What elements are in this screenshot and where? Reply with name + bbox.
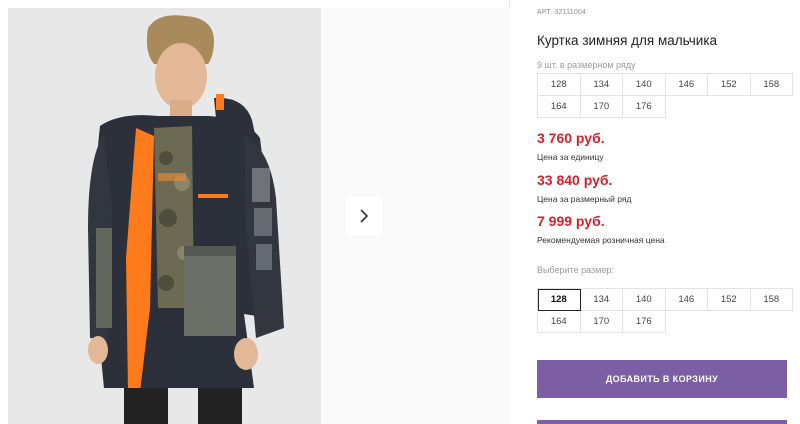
size-option-selected[interactable]: 128	[538, 289, 581, 311]
size-row-price: 33 840 руб.	[537, 172, 613, 188]
size-row-table: 128 134 140 146 152 158 164 170 176	[537, 73, 793, 118]
size-option[interactable]: 158	[750, 289, 793, 311]
retail-price-label: Рекомендуемая розничная цена	[537, 235, 665, 245]
size-row-cell: 128	[538, 74, 581, 96]
size-option[interactable]: 140	[623, 289, 666, 311]
product-title: Куртка зимняя для мальчика	[537, 33, 718, 48]
size-option[interactable]: 146	[665, 289, 708, 311]
jacket-photo-illustration	[8, 8, 321, 424]
size-option[interactable]: 134	[580, 289, 623, 311]
retail-price: 7 999 руб.	[537, 213, 605, 229]
size-row-cell: 146	[665, 74, 708, 96]
size-row-cell: 134	[580, 74, 623, 96]
size-select-label: Выберите размер:	[537, 265, 614, 275]
secondary-button-edge[interactable]	[537, 420, 787, 424]
size-row-note: 9 шт. в размерном ряду	[537, 60, 636, 70]
size-row-cell: 164	[538, 96, 581, 118]
size-row-price-label: Цена за размерный ряд	[537, 194, 632, 204]
size-row-cell: 140	[623, 74, 666, 96]
size-option[interactable]: 164	[538, 311, 581, 333]
chevron-right-icon	[360, 209, 369, 223]
add-to-cart-button[interactable]: ДОБАВИТЬ В КОРЗИНУ	[537, 360, 787, 398]
size-row-cell: 152	[708, 74, 751, 96]
size-row-cell: 158	[750, 74, 793, 96]
size-row-cell: 176	[623, 96, 666, 118]
product-gallery	[0, 0, 510, 424]
product-photo[interactable]	[8, 8, 321, 424]
article-number: АРТ. 32111004	[537, 9, 587, 16]
gallery-next-button[interactable]	[345, 196, 383, 236]
unit-price-label: Цена за единицу	[537, 152, 604, 162]
size-selector: 128 134 140 146 152 158 164 170 176	[537, 288, 793, 333]
unit-price: 3 760 руб.	[537, 130, 605, 146]
size-option[interactable]: 152	[708, 289, 751, 311]
size-option[interactable]: 176	[623, 311, 666, 333]
size-row-cell: 170	[580, 96, 623, 118]
size-option[interactable]: 170	[580, 311, 623, 333]
